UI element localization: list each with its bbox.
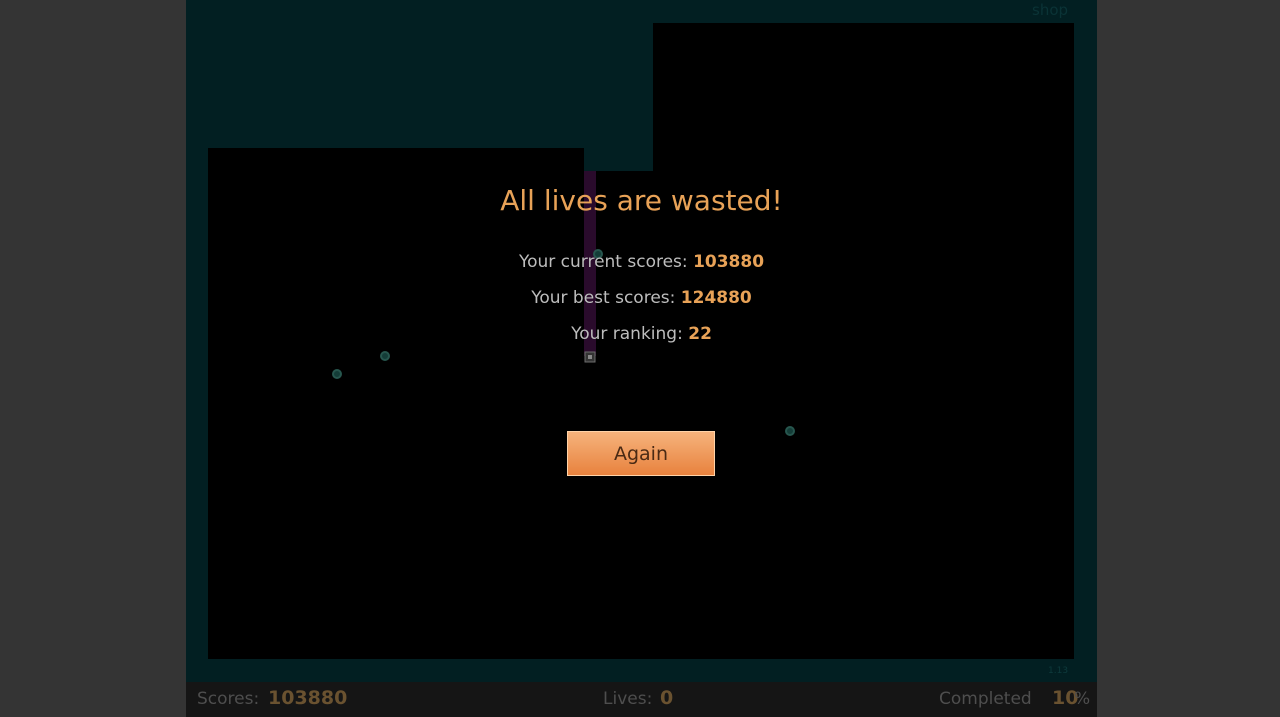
ranking-value: 22 bbox=[688, 324, 712, 344]
lives-label: Lives: bbox=[603, 689, 653, 709]
again-button[interactable]: Again bbox=[567, 431, 715, 476]
status-bar: Scores: 103880 Lives: 0 Completed 10 % bbox=[186, 682, 1097, 717]
current-scores-value: 103880 bbox=[693, 252, 765, 272]
completed-label: Completed bbox=[939, 689, 1032, 709]
scores-label: Scores: bbox=[197, 689, 260, 709]
screen: shop 1.13 All lives are wasted! Your cur… bbox=[0, 0, 1280, 717]
best-scores-label: Your best scores: bbox=[531, 288, 676, 308]
scores-value: 103880 bbox=[268, 687, 348, 709]
current-scores-label: Your current scores: bbox=[518, 252, 688, 272]
current-scores-row: Your current scores: 103880 bbox=[186, 252, 1097, 272]
ranking-label: Your ranking: bbox=[571, 324, 683, 344]
game-over-dialog: All lives are wasted! Your current score… bbox=[186, 0, 1097, 682]
completed-unit: % bbox=[1074, 689, 1091, 709]
best-scores-value: 124880 bbox=[680, 288, 752, 308]
ranking-row: Your ranking: 22 bbox=[186, 324, 1097, 344]
game-over-title: All lives are wasted! bbox=[500, 184, 783, 217]
lives-value: 0 bbox=[660, 687, 674, 709]
best-scores-row: Your best scores: 124880 bbox=[186, 288, 1097, 308]
